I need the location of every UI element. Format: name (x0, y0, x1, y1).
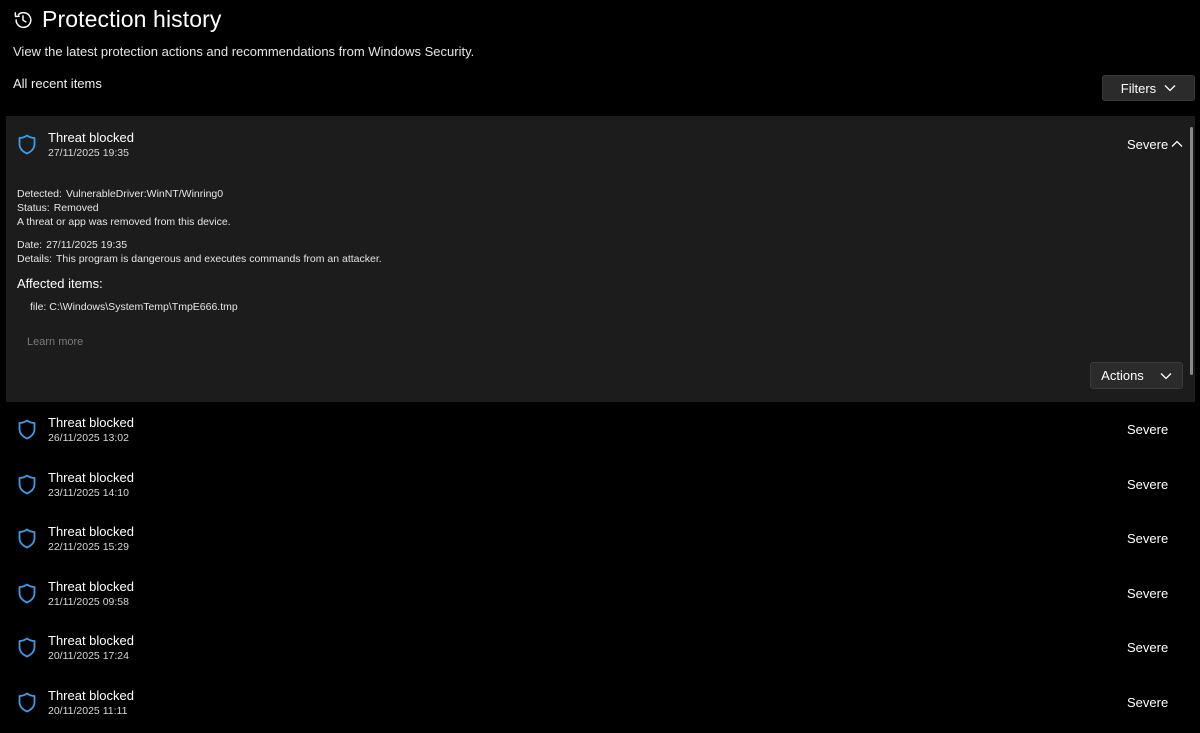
severity-label: Severe (1127, 695, 1169, 710)
item-date: 21/11/2025 09:58 (48, 596, 129, 608)
severity-label: Severe (1127, 586, 1169, 601)
item-date: 20/11/2025 11:11 (48, 705, 128, 717)
shield-icon (18, 474, 36, 495)
chevron-down-icon (1160, 372, 1172, 379)
expanded-item-header[interactable]: Threat blocked 27/11/2025 19:35 Severe (6, 116, 1195, 166)
item-title: Threat blocked (48, 415, 134, 430)
item-date: 27/11/2025 19:35 (48, 147, 129, 159)
filters-button-label: Filters (1120, 80, 1157, 96)
item-title: Threat blocked (48, 470, 134, 485)
date-label: Date: (17, 239, 43, 251)
shield-icon (18, 134, 36, 155)
severity-label: Severe (1127, 477, 1169, 492)
shield-icon (18, 583, 36, 604)
item-title: Threat blocked (48, 579, 134, 594)
item-date: 23/11/2025 14:10 (48, 487, 129, 499)
date-line: Date: 27/11/2025 19:35 (17, 239, 127, 251)
list-item[interactable]: Threat blocked 21/11/2025 09:58 Severe (6, 570, 1195, 620)
list-item[interactable]: Threat blocked 20/11/2025 17:24 Severe (6, 624, 1195, 674)
status-description: A threat or app was removed from this de… (17, 216, 231, 228)
severity-label: Severe (1127, 137, 1169, 152)
page-subtitle: View the latest protection actions and r… (13, 44, 475, 59)
list-item[interactable]: Threat blocked 20/11/2025 11:11 Severe (6, 679, 1195, 729)
item-title: Threat blocked (48, 130, 134, 145)
shield-icon (18, 692, 36, 713)
details-value: This program is dangerous and executes c… (56, 253, 382, 265)
severity-label: Severe (1127, 531, 1169, 546)
affected-item-file: file: C:\Windows\SystemTemp\TmpE666.tmp (30, 301, 238, 313)
shield-icon (18, 419, 36, 440)
chevron-down-icon (1164, 85, 1176, 92)
detected-value: VulnerableDriver:WinNT/Winring0 (65, 188, 224, 200)
chevron-up-icon[interactable] (1171, 140, 1183, 148)
scrollbar-thumb[interactable] (1190, 127, 1193, 375)
item-date: 26/11/2025 13:02 (48, 432, 129, 444)
shield-icon (18, 637, 36, 658)
section-label: All recent items (13, 76, 102, 91)
severity-label: Severe (1127, 640, 1169, 655)
severity-label: Severe (1127, 422, 1169, 437)
status-value: Removed (53, 202, 99, 214)
item-date: 20/11/2025 17:24 (48, 650, 129, 662)
shield-icon (18, 528, 36, 549)
status-label: Status: (17, 202, 50, 214)
item-date: 22/11/2025 15:29 (48, 541, 129, 553)
item-title: Threat blocked (48, 688, 134, 703)
history-clock-icon (14, 11, 32, 28)
detected-line: Detected: VulnerableDriver:WinNT/Winring0 (17, 188, 223, 200)
learn-more-link[interactable]: Learn more (27, 336, 83, 348)
actions-button-label: Actions (1101, 368, 1144, 383)
filters-button[interactable]: Filters (1102, 75, 1195, 101)
affected-items-heading: Affected items: (17, 276, 103, 291)
page-title: Protection history (42, 6, 222, 32)
page-header: Protection history (12, 6, 222, 33)
date-value: 27/11/2025 19:35 (46, 239, 128, 251)
detected-label: Detected: (17, 188, 62, 200)
item-title: Threat blocked (48, 633, 134, 648)
details-line: Details: This program is dangerous and ex… (17, 253, 382, 265)
actions-button[interactable]: Actions (1090, 362, 1183, 389)
item-title: Threat blocked (48, 524, 134, 539)
expanded-threat-item: Threat blocked 27/11/2025 19:35 Severe D… (6, 116, 1195, 402)
list-item[interactable]: Threat blocked 26/11/2025 13:02 Severe (6, 406, 1195, 456)
list-item[interactable]: Threat blocked 22/11/2025 15:29 Severe (6, 515, 1195, 565)
protection-history-page: Protection history View the latest prote… (0, 0, 1200, 733)
details-label: Details: (17, 253, 53, 265)
list-item[interactable]: Threat blocked 23/11/2025 14:10 Severe (6, 461, 1195, 511)
status-line: Status: Removed (17, 202, 99, 214)
